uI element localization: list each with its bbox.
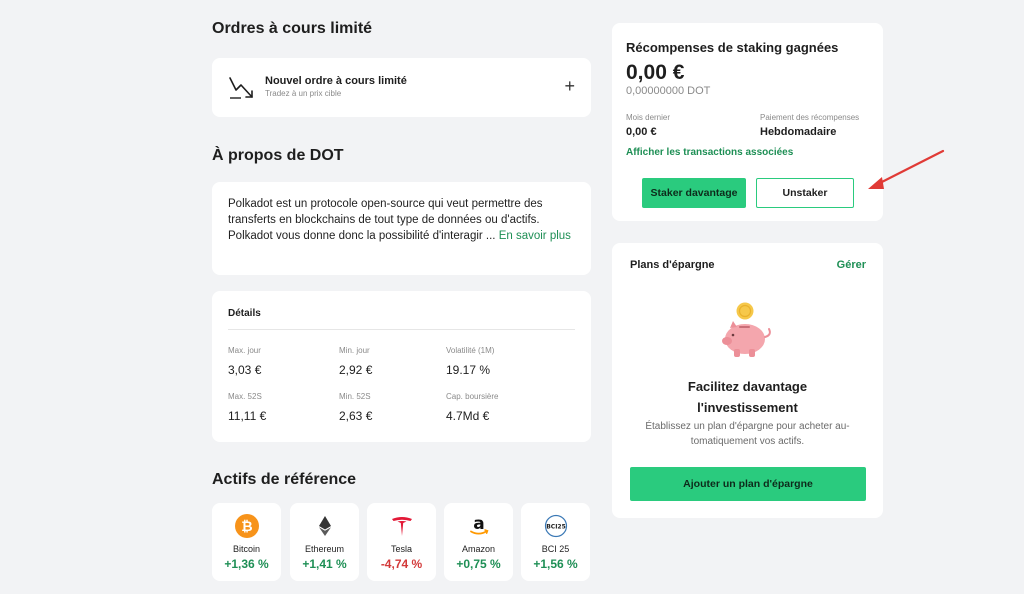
bitcoin-icon: ₿ — [234, 514, 259, 538]
stat-label: Min. 52S — [339, 392, 371, 401]
reference-assets-heading: Actifs de référence — [212, 471, 357, 488]
payout-value: Hebdomadaire — [760, 126, 837, 138]
last-month-label: Mois dernier — [626, 113, 671, 122]
savings-promo-title-line-2: l'investissement — [697, 400, 798, 415]
bci25-icon-text: BCI25 — [546, 524, 566, 531]
chart-arrow-icon — [229, 77, 253, 99]
stake-more-button[interactable]: Staker davantage — [642, 178, 746, 208]
details-heading: Détails — [228, 308, 261, 319]
annotation-arrow-icon — [868, 149, 945, 189]
new-limit-order-card[interactable]: Nouvel ordre à cours limité Tradez à un … — [212, 58, 591, 117]
stat-value: 4.7Md € — [446, 409, 490, 423]
asset-tile-bci25[interactable]: BCI25 BCI 25 +1,56 % — [521, 503, 590, 581]
stat-label: Max. jour — [228, 346, 261, 355]
asset-name: BCI 25 — [541, 544, 570, 554]
stat-label: Volatilité (1M) — [446, 346, 495, 355]
bci25-icon: BCI25 — [544, 514, 567, 538]
savings-promo-title-line-1: Facilitez davantage — [687, 379, 808, 394]
savings-plans-heading: Plans d'épargne — [630, 259, 715, 271]
savings-plans-card: Plans d'épargne Gérer Facilitez davantag… — [612, 243, 883, 518]
asset-tile-tesla[interactable]: Tesla -4,74 % — [367, 503, 436, 581]
about-card: Polkadot est un protocole open-source qu… — [212, 182, 591, 275]
staking-rewards-title: Récompenses de staking gagnées — [626, 40, 839, 55]
asset-name: Tesla — [390, 544, 412, 554]
ethereum-icon — [318, 516, 331, 536]
piggy-bank-icon — [722, 302, 771, 357]
about-heading: À propos de DOT — [212, 147, 344, 164]
asset-change: +0,75 % — [456, 557, 501, 571]
staking-rewards-amount: 0,00 € — [626, 61, 685, 84]
last-month-value: 0,00 € — [626, 126, 657, 138]
stat-value: 2,63 € — [339, 409, 373, 423]
plus-icon[interactable]: + — [564, 77, 575, 95]
asset-name: Bitcoin — [232, 544, 260, 554]
asset-change: +1,36 % — [224, 557, 269, 571]
amazon-icon: a — [469, 514, 488, 535]
read-more-link[interactable]: En savoir plus — [499, 230, 571, 242]
tesla-icon — [391, 517, 412, 536]
payout-label: Paiement des récompenses — [760, 113, 860, 122]
add-savings-plan-button[interactable]: Ajouter un plan d'épargne — [630, 467, 866, 501]
manage-link[interactable]: Gérer — [837, 259, 866, 271]
asset-change: -4,74 % — [380, 557, 423, 571]
stat-value: 19.17 % — [446, 363, 491, 377]
show-transactions-link[interactable]: Afficher les transactions associées — [626, 147, 793, 158]
stat-label: Max. 52S — [228, 392, 262, 401]
limit-orders-heading: Ordres à cours limité — [212, 20, 373, 37]
asset-tile-bitcoin[interactable]: ₿ Bitcoin +1,36 % — [212, 503, 281, 581]
asset-change: +1,41 % — [302, 557, 347, 571]
asset-change: +1,56 % — [533, 557, 578, 571]
stat-value: 2,92 € — [339, 363, 373, 377]
new-limit-order-subtitle: Tradez à un prix cible — [265, 89, 342, 98]
stat-value: 11,11 € — [228, 409, 267, 423]
unstake-button[interactable]: Unstaker — [756, 178, 854, 208]
about-text: Polkadot est un protocole open-source qu… — [228, 196, 578, 244]
asset-tile-ethereum[interactable]: Ethereum +1,41 % — [290, 503, 359, 581]
staking-rewards-dot: 0,00000000 DOT — [626, 85, 711, 97]
savings-promo-text: Établissez un plan d'épargne pour achete… — [645, 421, 850, 447]
svg-text:₿: ₿ — [241, 519, 252, 535]
asset-tile-amazon[interactable]: a Amazon +0,75 % — [444, 503, 513, 581]
stat-label: Cap. boursière — [446, 392, 499, 401]
about-description: Polkadot est un protocole open-source qu… — [228, 198, 543, 242]
asset-name: Amazon — [461, 544, 496, 554]
details-divider — [228, 329, 575, 330]
staking-rewards-card: Récompenses de staking gagnées 0,00 € 0,… — [612, 23, 883, 221]
stat-value: 3,03 € — [228, 363, 262, 377]
new-limit-order-title: Nouvel ordre à cours limité — [265, 75, 407, 87]
stat-label: Min. jour — [339, 346, 370, 355]
asset-name: Ethereum — [304, 544, 345, 554]
savings-promo-title: Facilitez davantage l'investissement — [612, 376, 883, 418]
details-card: Détails Max. jour 3,03 € Min. jour 2,92 … — [212, 291, 591, 442]
svg-text:a: a — [473, 514, 484, 534]
